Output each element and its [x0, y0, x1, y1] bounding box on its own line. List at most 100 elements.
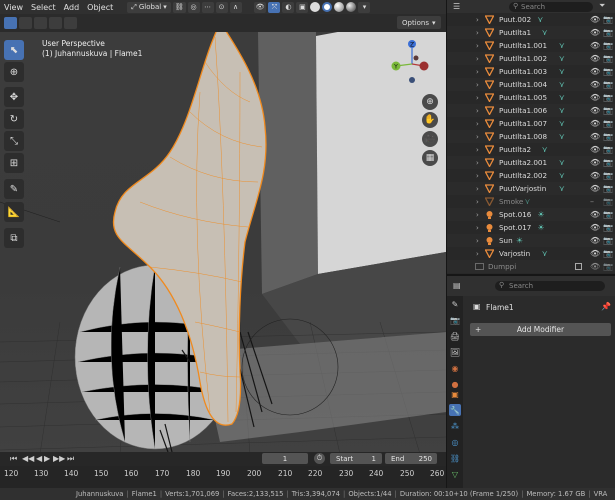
render-camera-icon[interactable]: 📷 [603, 41, 613, 50]
visibility-eye-icon[interactable]: 👁 [590, 132, 600, 141]
render-camera-icon[interactable]: 📷 [603, 132, 613, 141]
visibility-eye-icon[interactable]: 👁 [590, 249, 600, 258]
outliner-row[interactable]: › Smoke ⋎ – 📷 [447, 195, 615, 208]
outliner-row[interactable]: › Spot.016 ☀ 👁 📷 [447, 208, 615, 221]
outliner-editor-icon[interactable]: ☰ [453, 2, 460, 11]
visibility-eye-icon[interactable]: – [590, 197, 594, 206]
chevron-right-icon[interactable]: › [476, 237, 479, 245]
visibility-eye-icon[interactable]: 👁 [590, 28, 600, 37]
outliner-row[interactable]: › PuutIlta2.001 ⋎ 👁 📷 [447, 156, 615, 169]
outliner-row[interactable]: › Varjostin ⋎ 👁 📷 [447, 247, 615, 260]
outliner-row[interactable]: › PuutIlta2 ⋎ 👁 📷 [447, 143, 615, 156]
outliner-row[interactable]: › PuutIlta1.008 ⋎ 👁 📷 [447, 130, 615, 143]
chevron-right-icon[interactable]: › [476, 16, 479, 24]
outliner-row[interactable]: › PuutIlta1.002 ⋎ 👁 📷 [447, 52, 615, 65]
snap-settings-button[interactable]: ⋯ [201, 1, 214, 13]
select-mode-extend-icon[interactable] [19, 17, 32, 29]
chevron-right-icon[interactable]: › [476, 42, 479, 50]
chevron-right-icon[interactable]: › [476, 107, 479, 115]
particles-tab-icon[interactable]: ⁂ [449, 420, 461, 432]
render-camera-icon[interactable]: 📷 [603, 171, 613, 180]
render-camera-icon[interactable]: 📷 [603, 54, 613, 63]
shading-solid-icon[interactable] [322, 2, 333, 12]
chevron-right-icon[interactable]: › [476, 146, 479, 154]
menu-select[interactable]: Select [27, 3, 60, 12]
outliner-row[interactable]: › PuutIlta1.005 ⋎ 👁 📷 [447, 91, 615, 104]
render-camera-icon[interactable]: 📷 [603, 28, 613, 37]
render-camera-icon[interactable]: 📷 [603, 262, 613, 271]
menu-object[interactable]: Object [83, 3, 117, 12]
chevron-right-icon[interactable]: › [476, 211, 479, 219]
chevron-right-icon[interactable]: › [476, 185, 479, 193]
visibility-eye-icon[interactable]: 👁 [590, 262, 600, 271]
render-camera-icon[interactable]: 📷 [603, 67, 613, 76]
outliner-row[interactable]: › Puut.002 ⋎ 👁 📷 [447, 13, 615, 26]
chevron-right-icon[interactable]: › [476, 159, 479, 167]
outliner-row[interactable]: Dumppi 👁 📷 [447, 260, 615, 273]
visibility-button[interactable]: 👁 [253, 1, 267, 13]
jump-end-icon[interactable]: ⏭ [67, 454, 74, 464]
chevron-right-icon[interactable]: › [476, 120, 479, 128]
chevron-right-icon[interactable]: › [476, 250, 479, 258]
chevron-right-icon[interactable]: › [476, 172, 479, 180]
proportional-edit-button[interactable]: ⊙ [215, 1, 228, 13]
zoom-icon[interactable]: ⊕ [422, 94, 438, 110]
current-frame-field[interactable]: 1 [262, 453, 308, 464]
options-dropdown[interactable]: Options ▾ [397, 16, 441, 29]
chevron-right-icon[interactable]: › [476, 81, 479, 89]
ortho-grid-icon[interactable]: ▦ [422, 150, 438, 166]
end-frame-field[interactable]: End 250 [385, 453, 437, 464]
render-camera-icon[interactable]: 📷 [603, 106, 613, 115]
add-modifier-button[interactable]: + Add Modifier [470, 323, 611, 336]
render-camera-icon[interactable]: 📷 [603, 249, 613, 258]
physics-tab-icon[interactable]: ◎ [449, 436, 461, 448]
render-camera-icon[interactable]: 📷 [603, 223, 613, 232]
render-camera-icon[interactable]: 📷 [603, 119, 613, 128]
visibility-eye-icon[interactable]: 👁 [590, 106, 600, 115]
visibility-eye-icon[interactable]: 👁 [590, 41, 600, 50]
object-tab-icon[interactable]: ▣ [449, 388, 461, 400]
annotate-tool-icon[interactable]: ✎ [4, 179, 24, 199]
xray-toggle[interactable]: ▣ [296, 1, 309, 13]
snap-toggle[interactable]: ◎ [187, 1, 200, 13]
render-camera-icon[interactable]: 📷 [603, 197, 613, 206]
modifier-tab-icon[interactable]: 🔧 [449, 404, 461, 416]
render-camera-icon[interactable]: 📷 [603, 93, 613, 102]
transform-tool-icon[interactable]: ⊞ [4, 153, 24, 173]
visibility-eye-icon[interactable]: 👁 [590, 236, 600, 245]
overlays-toggle[interactable]: ◐ [282, 1, 295, 13]
chevron-right-icon[interactable]: › [476, 29, 479, 37]
select-mode-intersect-icon[interactable] [64, 17, 77, 29]
render-camera-icon[interactable]: 📷 [603, 158, 613, 167]
jump-start-icon[interactable]: ⏮ [10, 454, 17, 464]
chevron-right-icon[interactable]: › [476, 198, 479, 206]
outliner-row[interactable]: › PuutIlta1.004 ⋎ 👁 📷 [447, 78, 615, 91]
measure-tool-icon[interactable]: 📐 [4, 202, 24, 222]
outliner-row[interactable]: › PuutVarjostin ⋎ 👁 📷 [447, 182, 615, 195]
start-frame-field[interactable]: Start 1 [330, 453, 382, 464]
camera-view-icon[interactable]: 🎥 [422, 131, 438, 147]
visibility-eye-icon[interactable]: 👁 [590, 158, 600, 167]
chevron-right-icon[interactable]: › [476, 133, 479, 141]
scene-tab-icon[interactable]: ◉ [449, 362, 461, 374]
jump-keyframe-forward-icon[interactable]: ▶▶ [53, 454, 65, 463]
3d-viewport[interactable]: User Perspective (1) Juhannuskuva | Flam… [0, 32, 446, 454]
stopwatch-icon[interactable]: ⏱ [314, 453, 325, 464]
visibility-eye-icon[interactable]: 👁 [590, 80, 600, 89]
outliner-row[interactable]: › PuutIlta2.002 ⋎ 👁 📷 [447, 169, 615, 182]
play-icon[interactable]: ▶ [44, 454, 50, 463]
view-layer-tab-icon[interactable]: 🖼 [449, 346, 461, 358]
visibility-eye-icon[interactable]: 👁 [590, 54, 600, 63]
filter-icon[interactable]: ⏷ [599, 1, 605, 11]
visibility-eye-icon[interactable]: 👁 [590, 171, 600, 180]
outliner-row[interactable]: › Spot.017 ☀ 👁 📷 [447, 221, 615, 234]
outliner-row[interactable]: › PuutIlta1.007 ⋎ 👁 📷 [447, 117, 615, 130]
render-camera-icon[interactable]: 📷 [603, 236, 613, 245]
output-tab-icon[interactable]: 🖨 [449, 330, 461, 342]
data-tab-icon[interactable]: ▽ [449, 468, 461, 480]
chevron-right-icon[interactable]: › [476, 94, 479, 102]
add-cube-tool-icon[interactable]: ⧉ [4, 228, 24, 248]
timeline-ruler[interactable]: 120 130 140 150 160 170 180 190 200 210 … [0, 466, 446, 488]
menu-view[interactable]: View [0, 3, 27, 12]
collection-checkbox[interactable] [575, 263, 582, 270]
